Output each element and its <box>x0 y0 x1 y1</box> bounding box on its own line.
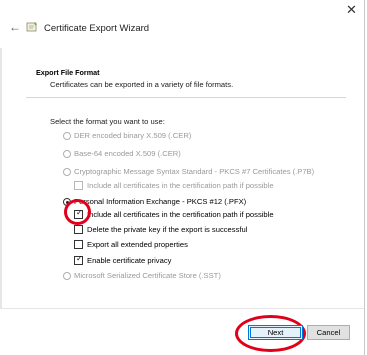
checkbox-export-extended[interactable] <box>74 240 83 249</box>
p7b-include-label: Include all certificates in the certific… <box>87 181 274 190</box>
export-extended-label[interactable]: Export all extended properties <box>87 240 188 249</box>
delete-private-key-label[interactable]: Delete the private key if the export is … <box>87 225 247 234</box>
pfx-include-label[interactable]: Include all certificates in the certific… <box>87 210 274 219</box>
checkbox-p7b-include <box>74 181 83 190</box>
radio-pfx[interactable] <box>63 198 71 206</box>
back-arrow-icon[interactable]: ← <box>9 20 21 34</box>
option-pfx-label[interactable]: Personal Information Exchange - PKCS #12… <box>74 197 246 206</box>
checkbox-certificate-privacy[interactable]: ✓ <box>74 254 83 265</box>
option-der-label: DER encoded binary X.509 (.CER) <box>74 131 192 140</box>
radio-base64 <box>63 150 71 158</box>
left-edge <box>0 48 2 308</box>
wizard-window: ← Certificate Export Wizard ✕ Export Fil… <box>0 0 365 355</box>
next-button[interactable]: Next <box>248 325 303 340</box>
option-sst-label: Microsoft Serialized Certificate Store (… <box>74 271 221 280</box>
radio-sst <box>63 272 71 280</box>
radio-p7b <box>63 168 71 176</box>
format-prompt: Select the format you want to use: <box>50 117 165 126</box>
footer-separator <box>0 308 364 309</box>
header-divider <box>26 97 346 98</box>
radio-der <box>63 132 71 140</box>
certificate-wizard-icon <box>26 22 37 32</box>
section-subheading: Certificates can be exported in a variet… <box>50 80 234 89</box>
close-icon[interactable]: ✕ <box>346 2 357 18</box>
checkbox-delete-private-key[interactable] <box>74 225 83 234</box>
certificate-privacy-label[interactable]: Enable certificate privacy <box>87 256 171 265</box>
checkbox-pfx-include[interactable]: ✓ <box>74 208 83 219</box>
section-heading: Export File Format <box>36 68 100 77</box>
option-p7b-label: Cryptographic Message Syntax Standard - … <box>74 167 315 176</box>
option-base64-label: Base-64 encoded X.509 (.CER) <box>74 149 181 158</box>
title-bar: ← Certificate Export Wizard <box>0 14 364 44</box>
cancel-button[interactable]: Cancel <box>307 325 350 340</box>
window-title: Certificate Export Wizard <box>44 23 150 34</box>
